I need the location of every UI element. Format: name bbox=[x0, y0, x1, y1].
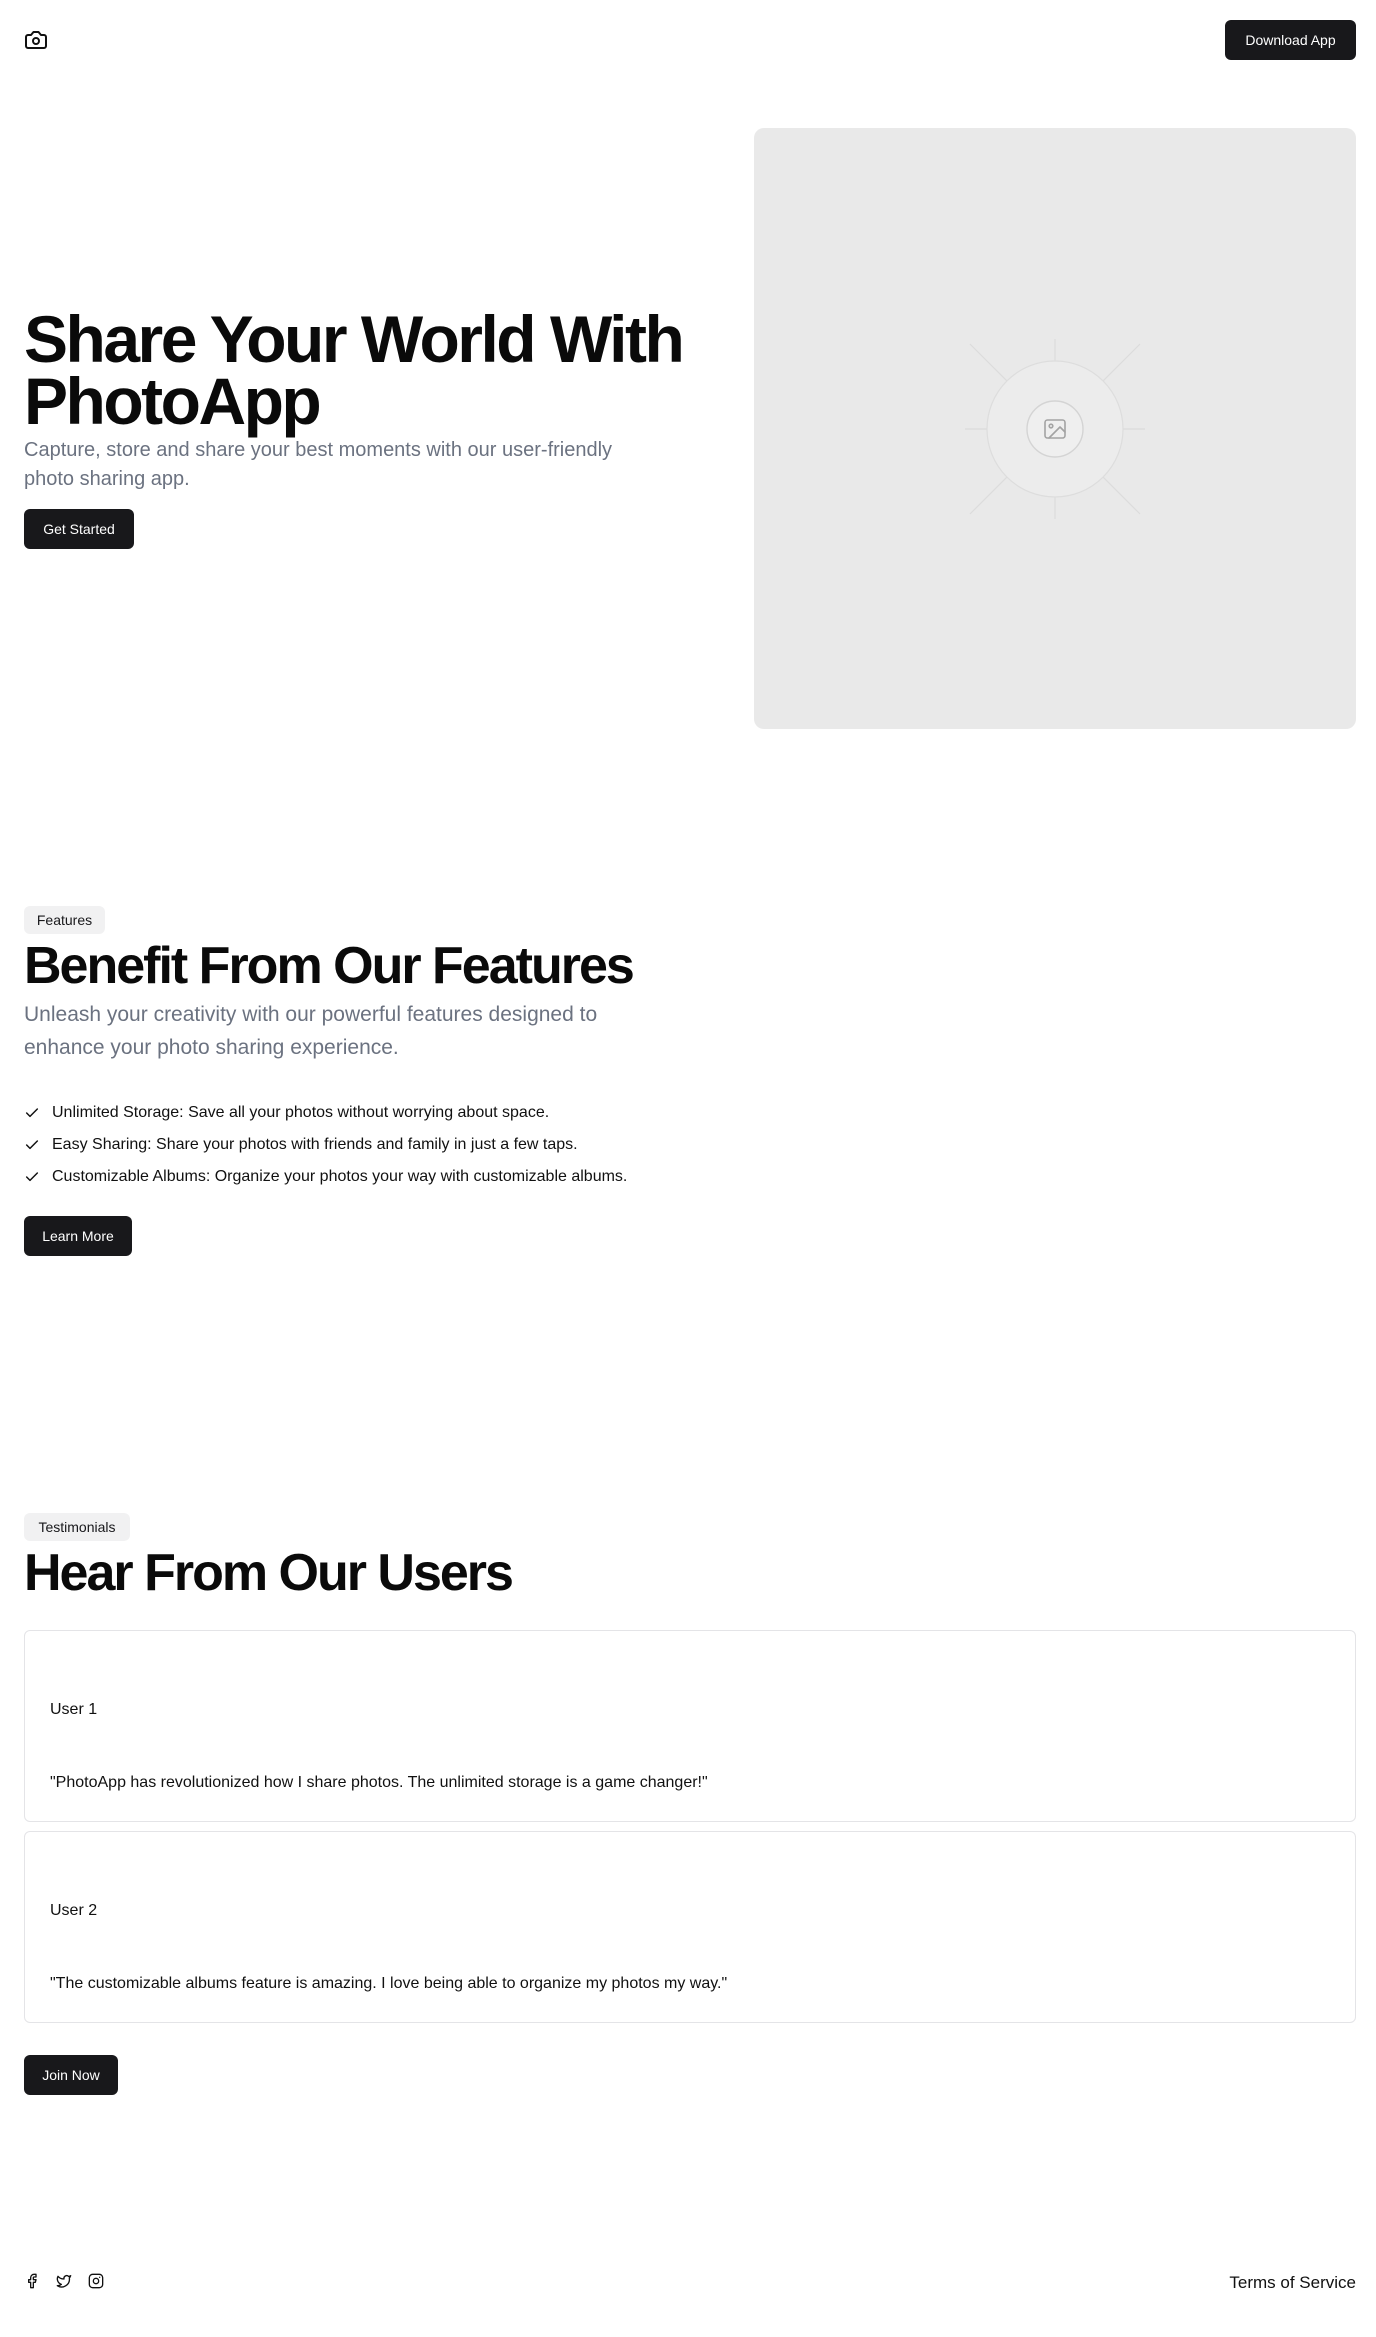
testimonial-author: User 2 bbox=[50, 1902, 98, 1919]
join-now-button[interactable]: Join Now bbox=[24, 2055, 118, 2095]
facebook-icon[interactable] bbox=[24, 2273, 40, 2289]
twitter-icon[interactable] bbox=[56, 2273, 72, 2289]
testimonial-card: User 1 "PhotoApp has revolutionized how … bbox=[24, 1630, 1356, 1822]
list-item: Unlimited Storage: Save all your photos … bbox=[24, 1097, 824, 1129]
testimonial-quote: "The customizable albums feature is amaz… bbox=[50, 1975, 728, 1992]
feature-text: Unlimited Storage: Save all your photos … bbox=[52, 1104, 550, 1121]
check-icon bbox=[25, 1172, 39, 1182]
features-subtitle: Unleash your creativity with our powerfu… bbox=[24, 1003, 598, 1059]
features-title: Benefit From Our Features bbox=[24, 937, 635, 995]
feature-text: Customizable Albums: Organize your photo… bbox=[52, 1168, 628, 1185]
camera-icon[interactable] bbox=[24, 28, 48, 52]
image-placeholder-icon bbox=[965, 339, 1145, 519]
list-item: Easy Sharing: Share your photos with fri… bbox=[24, 1129, 824, 1161]
terms-of-service-link[interactable]: Terms of Service bbox=[1229, 2273, 1356, 2293]
download-app-button[interactable]: Download App bbox=[1225, 20, 1356, 60]
testimonials-title: Hear From Our Users bbox=[24, 1544, 514, 1602]
learn-more-button[interactable]: Learn More bbox=[24, 1216, 132, 1256]
testimonials-badge: Testimonials bbox=[24, 1513, 130, 1541]
check-icon bbox=[25, 1140, 39, 1150]
testimonial-quote: "PhotoApp has revolutionized how I share… bbox=[50, 1774, 708, 1791]
list-item: Customizable Albums: Organize your photo… bbox=[24, 1161, 824, 1193]
testimonial-author: User 1 bbox=[50, 1701, 98, 1718]
site-header: Download App bbox=[0, 0, 1376, 80]
social-links bbox=[24, 2273, 104, 2289]
check-icon bbox=[25, 1108, 39, 1118]
feature-text: Easy Sharing: Share your photos with fri… bbox=[52, 1136, 578, 1153]
testimonial-card: User 2 "The customizable albums feature … bbox=[24, 1831, 1356, 2023]
instagram-icon[interactable] bbox=[88, 2273, 104, 2289]
feature-list: Unlimited Storage: Save all your photos … bbox=[24, 1097, 824, 1193]
hero-subtitle: Capture, store and share your best momen… bbox=[24, 439, 613, 490]
hero-image-placeholder bbox=[754, 128, 1356, 729]
features-badge: Features bbox=[24, 906, 105, 934]
hero-title: Share Your World With PhotoApp bbox=[24, 302, 685, 438]
get-started-button[interactable]: Get Started bbox=[24, 509, 134, 549]
